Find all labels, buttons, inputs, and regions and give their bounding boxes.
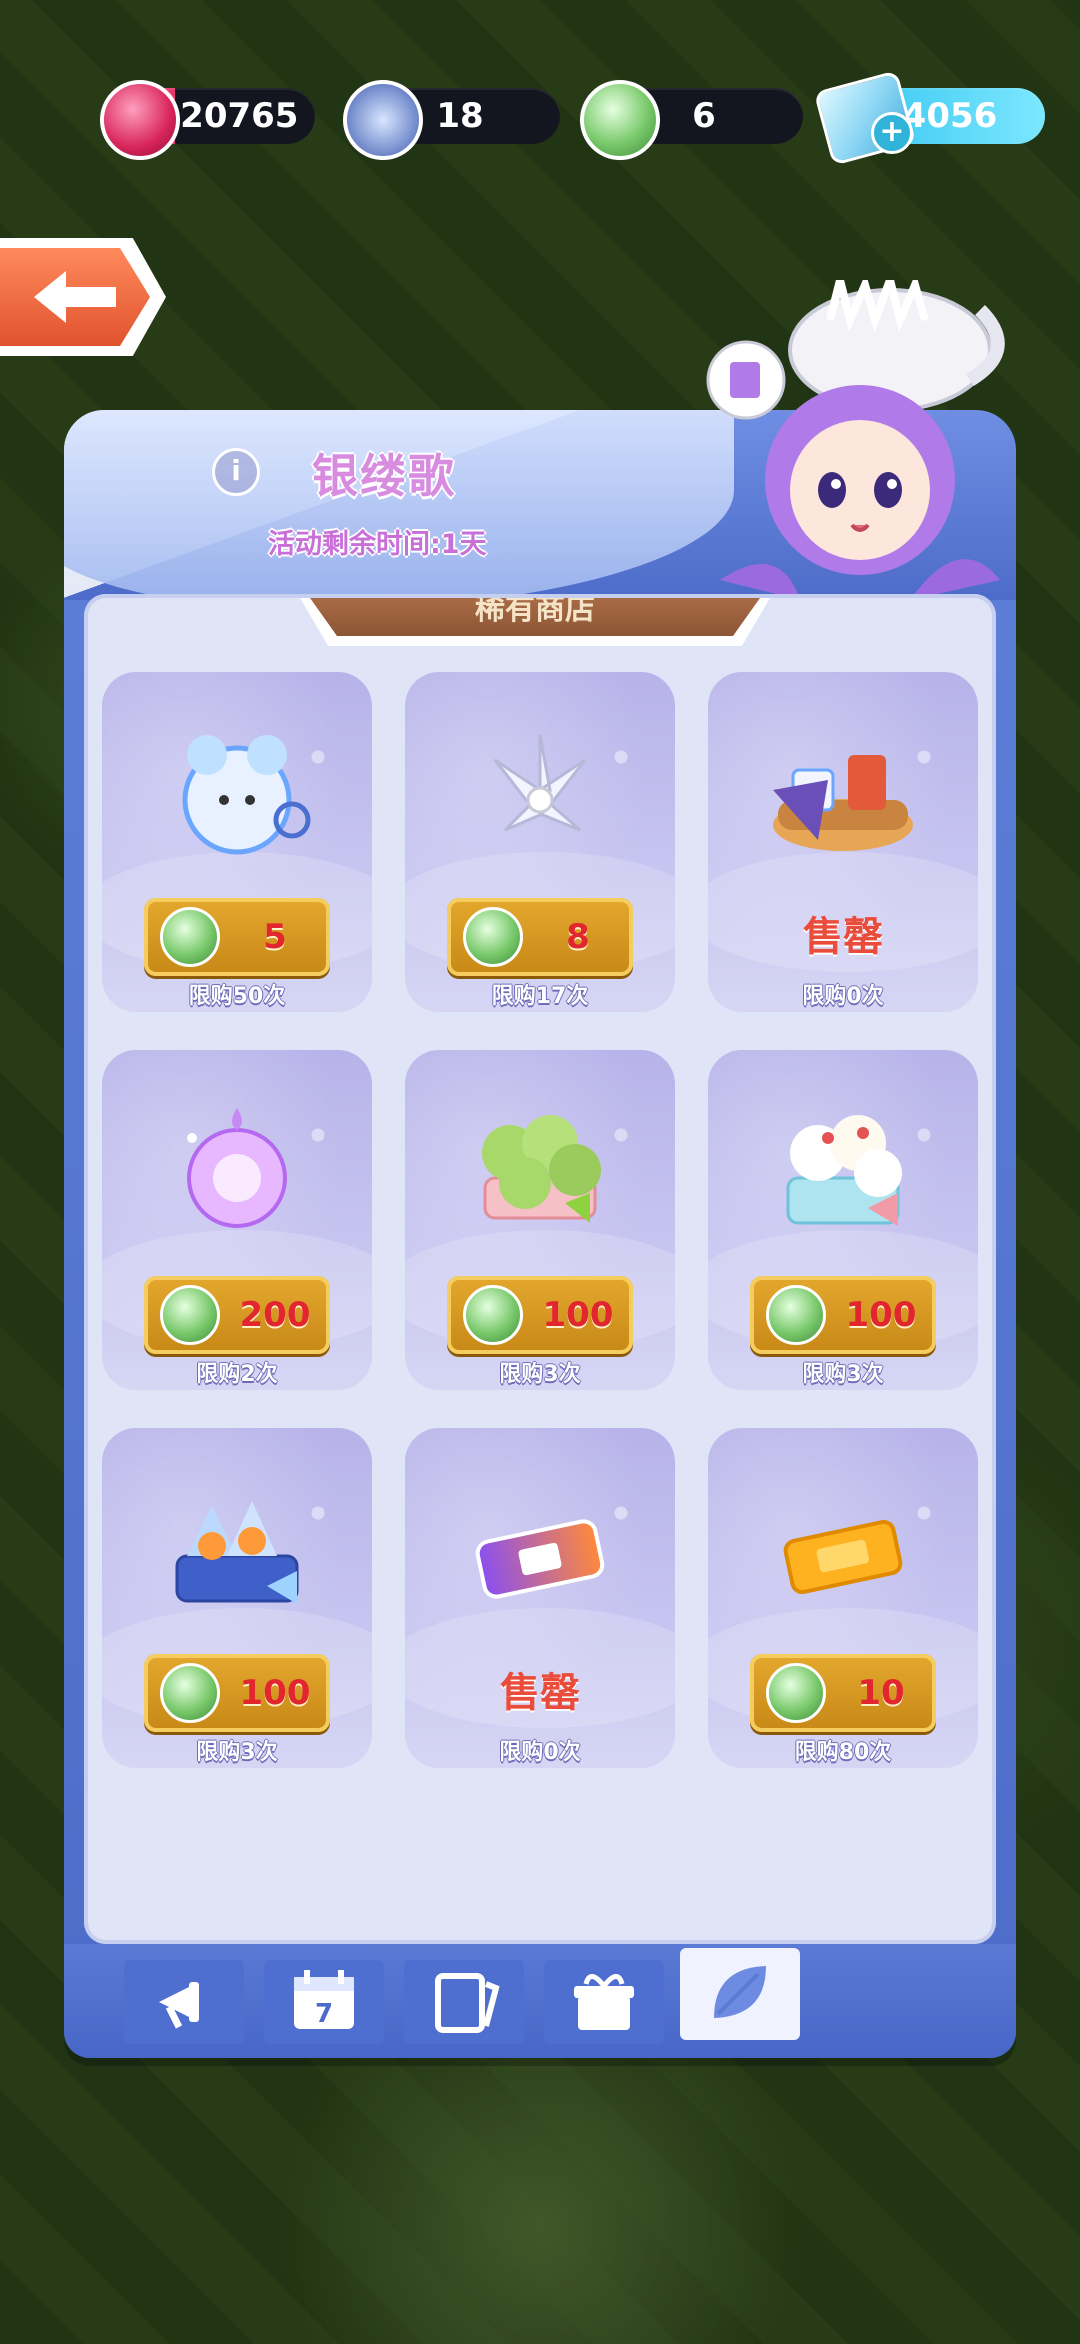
purchase-limit: 限购2次 (196, 1362, 278, 1387)
gift-box-icon (574, 1974, 634, 2030)
sprout-coin-icon (463, 1285, 523, 1345)
buy-button[interactable]: 100 (447, 1276, 633, 1354)
sold-out-label: 售罄 (803, 914, 883, 960)
shop-item-card-yellow-ticket[interactable]: 10 限购80次 (708, 1428, 978, 1768)
sold-out-label: 售罄 (500, 1670, 580, 1716)
shop-item-card-picnic-basket[interactable]: 售罄限购0次 (708, 672, 978, 1012)
jam-jar-icon (100, 80, 180, 160)
sprout-coin-icon (160, 1285, 220, 1345)
price-value: 200 (239, 1295, 311, 1335)
sprout-count: 6 (692, 96, 716, 136)
price-value: 10 (857, 1673, 905, 1713)
calendar-day-label: 7 (315, 1999, 333, 2029)
blue-cake-icon (175, 1501, 299, 1604)
leaf-icon (714, 1966, 766, 2018)
back-arrow-shape (0, 248, 150, 346)
buy-button[interactable]: 10 (750, 1654, 936, 1732)
sprout-coin-icon (160, 1663, 220, 1723)
shop-item-card-blue-cake[interactable]: 100 限购3次 (102, 1428, 372, 1768)
buy-button[interactable]: 200 (144, 1276, 330, 1354)
ticket-count: 18 (436, 96, 484, 136)
butterfly-ticket-icon (343, 80, 423, 160)
calendar-icon: 7 (294, 1970, 354, 2029)
buy-button[interactable]: 100 (750, 1276, 936, 1354)
tab-gift-box[interactable] (544, 1960, 664, 2044)
tab-megaphone[interactable] (124, 1960, 244, 2044)
shop-item-card-green-cake[interactable]: 100 限购3次 (405, 1050, 675, 1390)
purchase-limit: 限购80次 (794, 1740, 892, 1765)
purchase-limit: 限购17次 (491, 984, 589, 1009)
event-title: 银缕歌 (312, 449, 456, 503)
back-button[interactable] (0, 238, 166, 356)
back-arrow-icon (34, 271, 116, 323)
tab-calendar[interactable]: 7 (264, 1960, 384, 2044)
purchase-limit: 限购0次 (802, 984, 884, 1009)
yellow-ticket-icon (783, 1519, 903, 1595)
price-value: 100 (845, 1295, 917, 1335)
price-value: 5 (263, 917, 287, 957)
buy-button[interactable]: 5 (144, 898, 330, 976)
cards-icon (435, 1973, 500, 2033)
price-value: 8 (566, 917, 590, 957)
shop-item-card-cream-cake[interactable]: 100 限购3次 (708, 1050, 978, 1390)
shop-item-card-crystal-orb[interactable]: 200 限购2次 (102, 1050, 372, 1390)
shop-title: 稀有商店 (310, 598, 760, 636)
purchase-limit: 限购3次 (196, 1740, 278, 1765)
plush-keychain-icon (182, 735, 311, 855)
add-gems-plus-icon[interactable]: + (871, 112, 913, 154)
purchase-limit: 限购3次 (499, 1362, 581, 1387)
green-cake-icon (482, 1115, 601, 1223)
price-value: 100 (542, 1295, 614, 1335)
crystal-orb-icon (187, 1108, 287, 1228)
event-timer: 活动剩余时间:1天 (268, 529, 487, 560)
sprout-coin-icon (766, 1663, 826, 1723)
picnic-basket-icon (773, 755, 913, 851)
sprout-coin-icon (160, 907, 220, 967)
price-value: 100 (239, 1673, 311, 1713)
purchase-limit: 限购50次 (188, 984, 286, 1009)
shop-item-card-white-lily[interactable]: 8 限购17次 (405, 672, 675, 1012)
info-icon[interactable]: i (212, 448, 260, 496)
sprout-coin-icon (580, 80, 660, 160)
cream-cake-icon (786, 1115, 902, 1226)
mascot-character (706, 280, 1005, 600)
gem-count: 4056 (902, 96, 998, 136)
buy-button[interactable]: 8 (447, 898, 633, 976)
tab-leaf[interactable] (680, 1948, 800, 2040)
shop-item-card-plush-keychain[interactable]: 5 限购50次 (102, 672, 372, 1012)
shop-item-card-purple-ticket[interactable]: 售罄限购0次 (405, 1428, 675, 1768)
purchase-limit: 限购3次 (802, 1362, 884, 1387)
sprout-coin-icon (463, 907, 523, 967)
white-lily-icon (493, 734, 587, 832)
buy-button[interactable]: 100 (144, 1654, 330, 1732)
sprout-coin-icon (766, 1285, 826, 1345)
purple-ticket-icon (475, 1519, 605, 1599)
tab-cards[interactable] (404, 1960, 524, 2044)
megaphone-icon (159, 1982, 199, 2029)
purchase-limit: 限购0次 (499, 1740, 581, 1765)
